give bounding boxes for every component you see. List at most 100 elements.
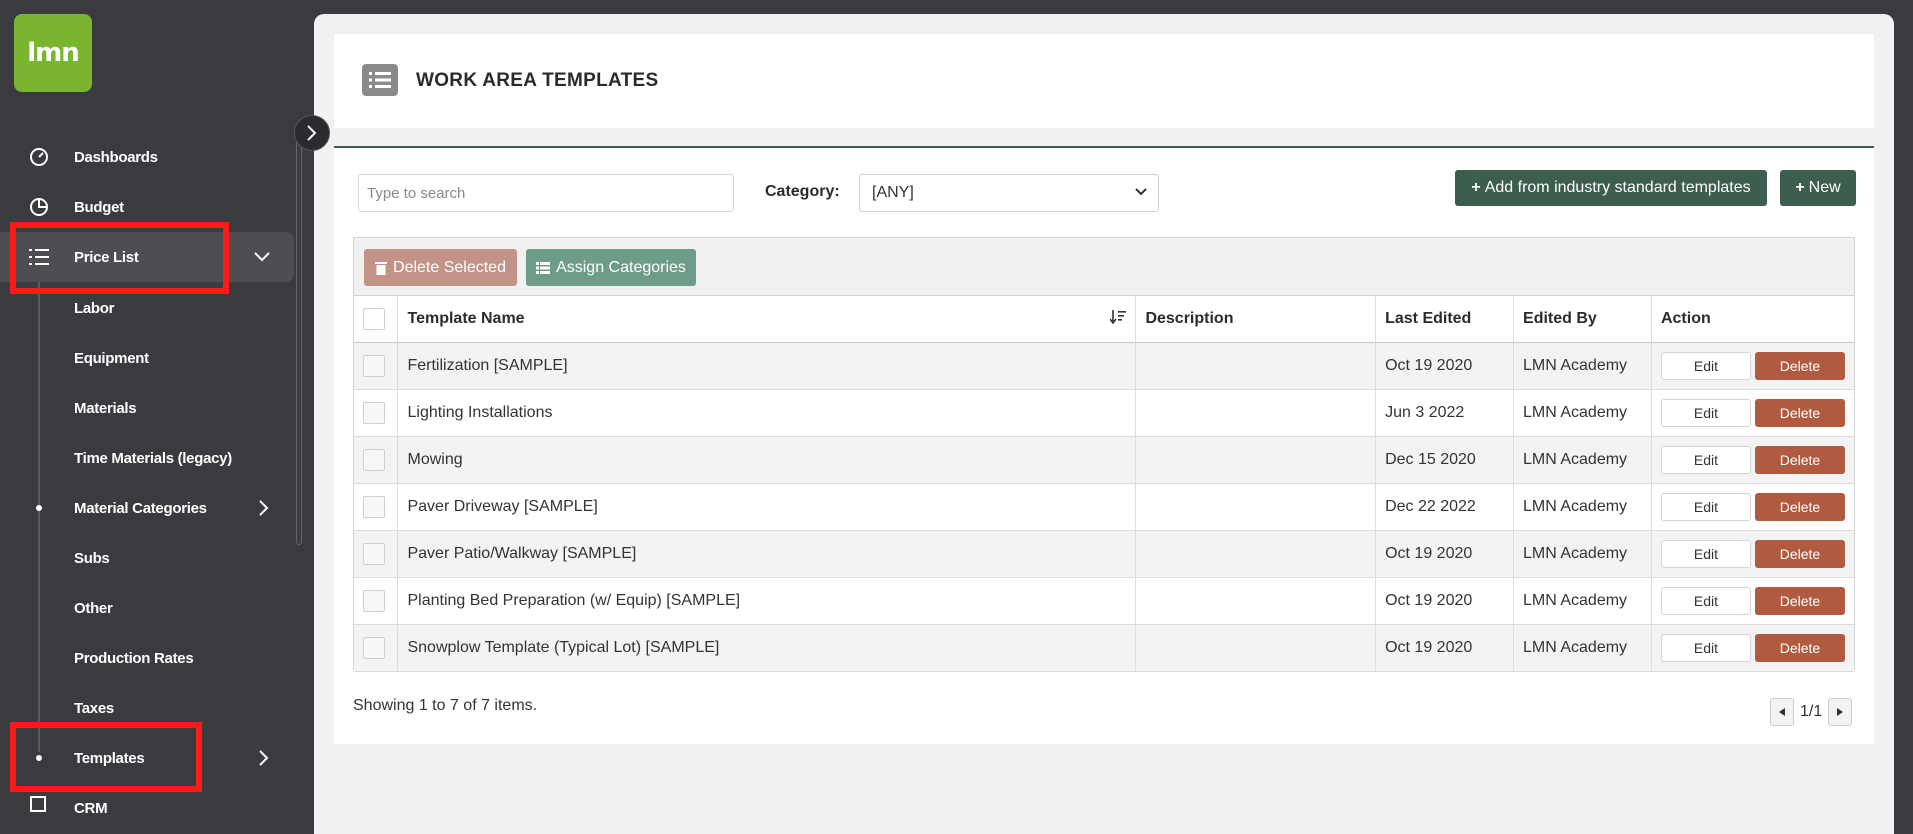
table-row[interactable]: Planting Bed Preparation (w/ Equip) [SAM… [354,577,1854,625]
sidebar-item-crm[interactable]: CRM [0,790,294,824]
description-cell [1135,530,1377,578]
edit-button[interactable]: Edit [1660,351,1751,380]
template-name-cell[interactable]: Planting Bed Preparation (w/ Equip) [SAM… [397,577,1137,625]
sidebar-subitem-material-categories[interactable]: Material Categories [0,483,294,533]
sidebar: lmn Dashboards Budget Price List Labor E… [0,0,313,824]
edit-button[interactable]: Edit [1660,492,1751,521]
tree-dot [36,505,42,511]
delete-button[interactable]: Delete [1754,492,1845,521]
edit-button[interactable]: Edit [1660,586,1751,615]
category-value: [ANY] [872,184,914,201]
delete-button[interactable]: Delete [1754,633,1845,662]
sidebar-subitem-label: Subs [74,549,110,567]
gauge-icon [28,146,50,168]
collapse-sidebar-button[interactable] [294,115,330,151]
row-select-cell [354,389,399,437]
edit-button[interactable]: Edit [1660,539,1751,568]
row-checkbox[interactable] [363,636,385,659]
column-header-edited-by[interactable]: Edited By [1513,296,1652,343]
action-cell: Edit Delete [1651,577,1854,625]
delete-selected-button[interactable]: Delete Selected [364,249,517,286]
row-checkbox[interactable] [363,401,385,424]
template-name-cell[interactable]: Paver Patio/Walkway [SAMPLE] [397,530,1137,578]
assign-categories-button[interactable]: Assign Categories [526,249,696,286]
category-select[interactable]: [ANY] [859,174,1159,212]
delete-button[interactable]: Delete [1754,398,1845,427]
new-button[interactable]: + New [1780,170,1856,206]
action-cell: Edit Delete [1651,530,1854,578]
template-name-cell[interactable]: Snowplow Template (Typical Lot) [SAMPLE] [397,624,1137,672]
sidebar-subitem-label: Equipment [74,349,149,367]
column-header-template-name[interactable]: Template Name [397,296,1137,343]
pager: 1/1 [1770,697,1853,727]
row-select-cell [354,483,399,531]
button-label: Add from industry standard templates [1484,179,1751,196]
last-edited-cell: Oct 19 2020 [1375,342,1515,390]
sidebar-subitem-materials[interactable]: Materials [0,383,294,433]
sidebar-subitem-other[interactable]: Other [0,583,294,633]
delete-button[interactable]: Delete [1754,351,1845,380]
button-label: New [1808,179,1841,196]
template-name-cell[interactable]: Paver Driveway [SAMPLE] [397,483,1137,531]
select-all-checkbox[interactable] [363,307,385,330]
edited-by-cell: LMN Academy [1513,342,1652,390]
delete-button[interactable]: Delete [1754,586,1845,615]
sidebar-item-dashboards[interactable]: Dashboards [0,132,294,182]
column-header-last-edited[interactable]: Last Edited [1375,296,1515,343]
edit-button[interactable]: Edit [1660,633,1751,662]
template-name-cell[interactable]: Mowing [397,436,1137,484]
sidebar-subitem-label: Labor [74,299,115,317]
row-select-cell [354,530,399,578]
description-cell [1135,577,1377,625]
sidebar-subitem-label: Materials [74,399,137,417]
add-from-standard-templates-button[interactable]: + Add from industry standard templates [1455,170,1767,206]
sidebar-subitem-subs[interactable]: Subs [0,533,294,583]
sidebar-subitem-label: Time Materials (legacy) [74,449,232,467]
action-cell: Edit Delete [1651,436,1854,484]
sidebar-subitem-equipment[interactable]: Equipment [0,333,294,383]
template-name-cell[interactable]: Fertilization [SAMPLE] [397,342,1137,390]
row-checkbox[interactable] [363,589,385,612]
row-checkbox[interactable] [363,354,385,377]
last-edited-cell: Dec 15 2020 [1375,436,1515,484]
description-cell [1135,624,1377,672]
next-page-button[interactable] [1828,698,1853,726]
sidebar-subitem-production-rates[interactable]: Production Rates [0,633,294,683]
row-select-cell [354,342,399,390]
template-name-cell[interactable]: Lighting Installations [397,389,1137,437]
table-row[interactable]: Mowing Dec 15 2020 LMN Academy Edit Delete [354,436,1854,484]
last-edited-cell: Dec 22 2022 [1375,483,1515,531]
description-cell [1135,436,1377,484]
delete-button[interactable]: Delete [1754,539,1845,568]
edit-button[interactable]: Edit [1660,398,1751,427]
column-header-description[interactable]: Description [1135,296,1377,343]
templates-grid: Delete Selected Assign Categories Templa… [353,237,1855,672]
chevron-right-icon[interactable] [254,748,274,768]
row-checkbox[interactable] [363,542,385,565]
table-row[interactable]: Paver Driveway [SAMPLE] Dec 22 2022 LMN Ac… [354,483,1854,531]
plus-icon: + [1795,179,1805,196]
edited-by-cell: LMN Academy [1513,530,1652,578]
sidebar-scrollbar[interactable] [296,140,302,545]
lmn-logo[interactable]: lmn [14,14,92,92]
grid-toolbar: Delete Selected Assign Categories [354,238,1854,296]
delete-button[interactable]: Delete [1754,445,1845,474]
row-checkbox[interactable] [363,495,385,518]
edit-button[interactable]: Edit [1660,445,1751,474]
chevron-down-icon[interactable] [252,247,272,267]
table-row[interactable]: Fertilization [SAMPLE] Oct 19 2020 LMN Aca… [354,342,1854,390]
sort-icon[interactable] [1109,309,1127,328]
caret-left-icon [1779,708,1785,716]
highlight-box [10,222,229,294]
row-checkbox[interactable] [363,448,385,471]
edited-by-cell: LMN Academy [1513,577,1652,625]
table-header-row: Template Name Description Last Edited Ed… [354,296,1854,343]
table-row[interactable]: Lighting Installations Jun 3 2022 LMN Acad… [354,389,1854,437]
last-edited-cell: Jun 3 2022 [1375,389,1515,437]
table-row[interactable]: Paver Patio/Walkway [SAMPLE] Oct 19 2020 L… [354,530,1854,578]
sidebar-subitem-time-materials[interactable]: Time Materials (legacy) [0,433,294,483]
chevron-right-icon[interactable] [254,498,274,518]
table-row[interactable]: Snowplow Template (Typical Lot) [SAMPLE]… [354,624,1854,672]
prev-page-button[interactable] [1770,698,1794,726]
search-input[interactable] [358,174,734,212]
